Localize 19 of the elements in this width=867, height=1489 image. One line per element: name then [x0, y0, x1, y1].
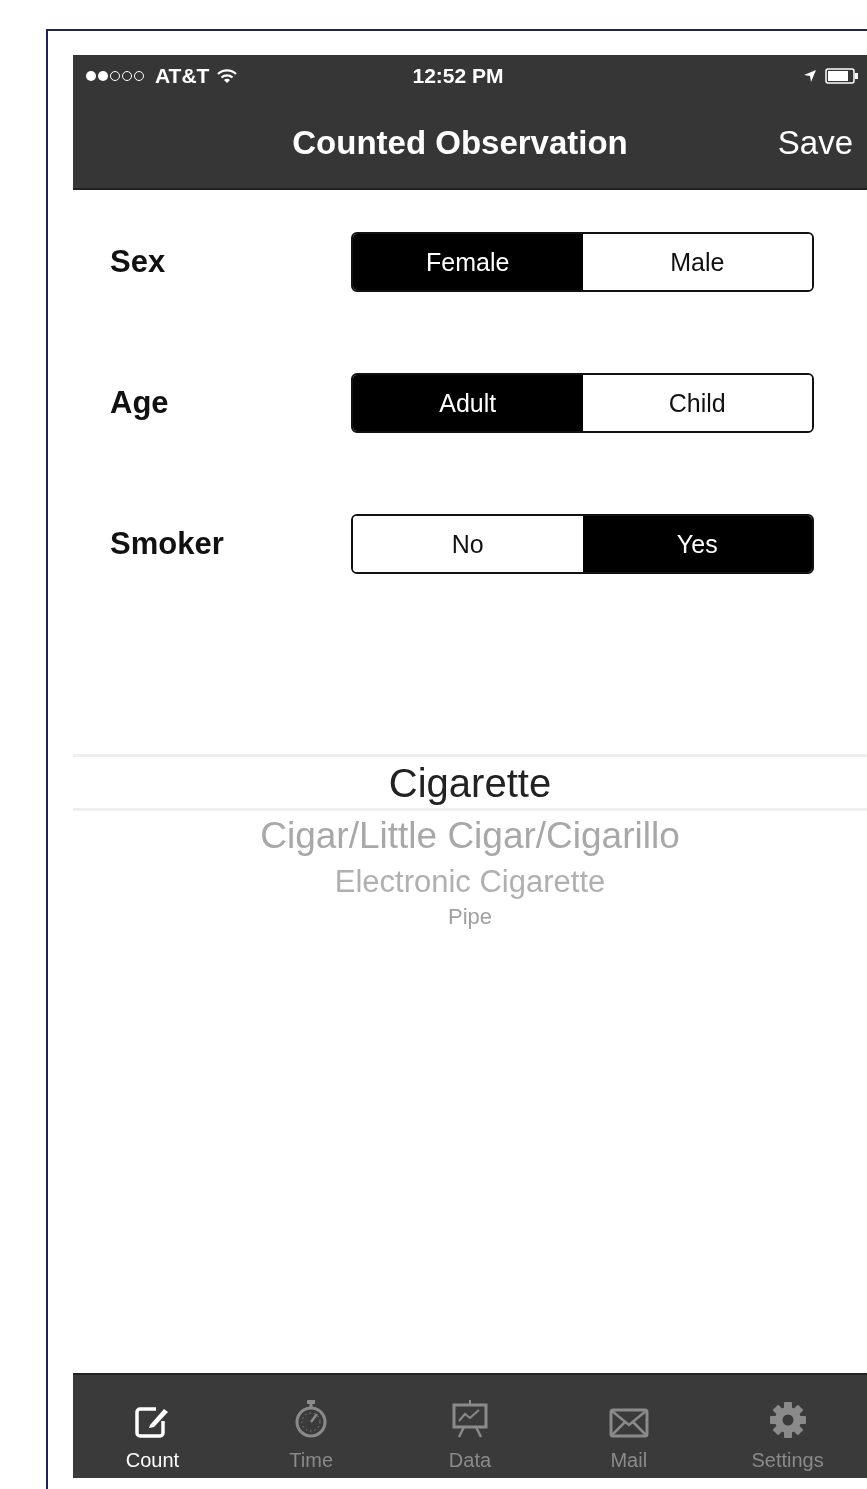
picker-option[interactable]: Cigarette — [388, 754, 552, 811]
field-label: Smoker — [109, 526, 225, 562]
signal-icon — [85, 70, 147, 82]
segment-option[interactable]: Yes — [582, 516, 812, 572]
battery-icon — [825, 68, 859, 84]
tab-item[interactable]: Count — [73, 1375, 232, 1478]
segment-option[interactable]: Adult — [353, 375, 583, 431]
settings-icon — [768, 1401, 807, 1439]
field-label: Sex — [109, 244, 167, 280]
envelope-icon — [608, 1407, 649, 1439]
wifi-icon — [217, 68, 238, 84]
segment-option[interactable]: Female — [353, 234, 583, 290]
status-time: 12:52 PM — [412, 64, 504, 88]
field-label: Age — [109, 385, 170, 421]
presentation-chart-icon — [450, 1399, 490, 1439]
location-arrow-icon — [803, 69, 817, 83]
carrier-name: AT&T — [155, 64, 210, 88]
save-button[interactable]: Save — [773, 119, 857, 166]
screen-title: Counted Observation — [292, 123, 628, 162]
